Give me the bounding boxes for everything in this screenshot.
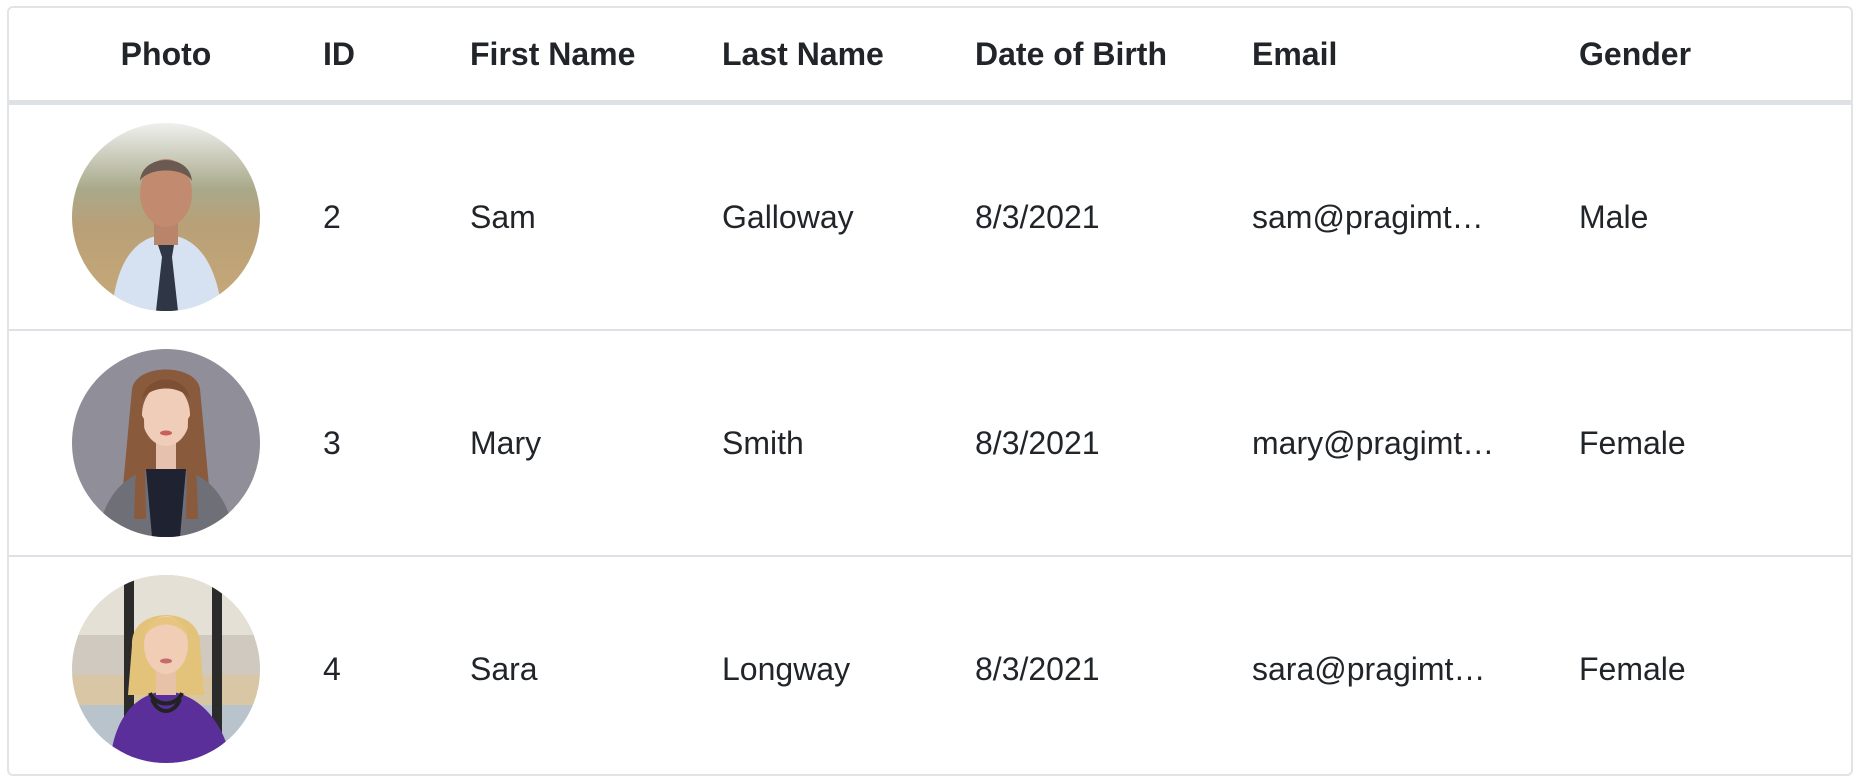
cell-last-name: Longway	[722, 650, 851, 687]
avatar-photo	[72, 123, 260, 311]
cell-last-name: Galloway	[722, 102, 975, 331]
cell-date-of-birth: 8/3/2021	[975, 102, 1252, 331]
column-header-gender: Gender	[1579, 8, 1851, 105]
column-header-date-of-birth: Date of Birth	[975, 8, 1252, 105]
photo-cell	[9, 330, 323, 557]
cell-date-of-birth: 8/3/2021	[975, 650, 1100, 687]
cell-gender: Male	[1579, 102, 1851, 331]
cell-email: sam@pragimt…	[1252, 102, 1579, 331]
table-row: 2 Sam Galloway 8/3/2021 sam@pragimt… Mal…	[9, 102, 1851, 331]
cell-gender: Female	[1579, 330, 1851, 557]
cell-email: sara@pragimt…	[1252, 650, 1486, 687]
cell-date-of-birth: 8/3/2021	[975, 330, 1252, 557]
avatar-photo	[72, 575, 260, 763]
column-header-photo: Photo	[9, 8, 323, 105]
table-header: Photo ID First Name Last Name Date of Bi…	[9, 8, 1851, 105]
photo-cell	[9, 102, 323, 331]
avatar-image	[72, 575, 260, 763]
avatar-image	[72, 123, 260, 311]
column-header-id: ID	[323, 8, 470, 105]
employee-table: Photo ID First Name Last Name Date of Bi…	[9, 8, 1851, 775]
table-row: 3 Mary Smith 8/3/2021 mary@pragimt… Fema…	[9, 330, 1851, 557]
cell-gender: Female	[1579, 650, 1686, 687]
cell-first-name: Sara	[470, 650, 538, 687]
cell-first-name: Mary	[470, 330, 722, 557]
header-row: Photo ID First Name Last Name Date of Bi…	[9, 8, 1851, 105]
column-header-last-name: Last Name	[722, 8, 975, 105]
photo-cell	[9, 556, 323, 774]
cell-first-name: Sam	[470, 102, 722, 331]
column-header-first-name: First Name	[470, 8, 722, 105]
table-body: 2 Sam Galloway 8/3/2021 sam@pragimt… Mal…	[9, 102, 1851, 775]
column-header-email: Email	[1252, 8, 1579, 105]
cell-id: 3	[323, 330, 470, 557]
employee-table-card: Photo ID First Name Last Name Date of Bi…	[7, 6, 1853, 776]
cell-email: mary@pragimt…	[1252, 330, 1579, 557]
cell-id: 4	[323, 650, 341, 687]
cell-id: 2	[323, 102, 470, 331]
cell-last-name: Smith	[722, 330, 975, 557]
avatar-image	[72, 349, 260, 537]
avatar-photo	[72, 349, 260, 537]
table-row: 4 Sara Longway 8/3/2021 sara@pragimt… Fe…	[9, 556, 1851, 774]
